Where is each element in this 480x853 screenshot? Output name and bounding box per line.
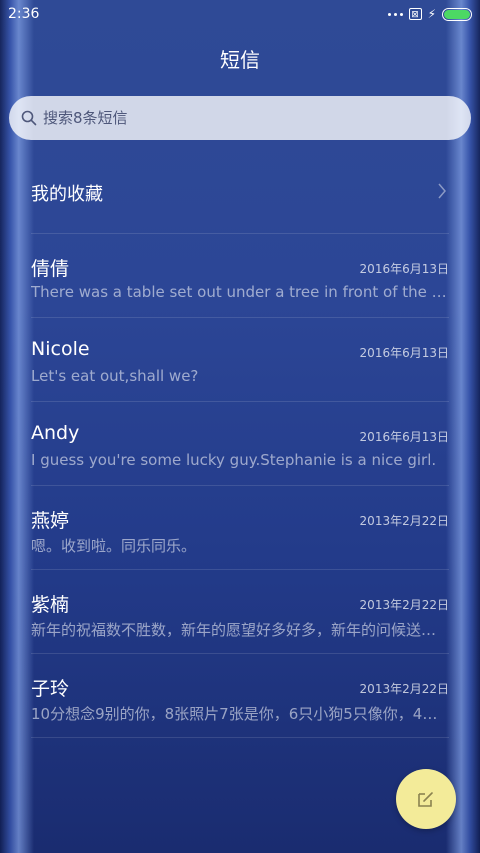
conversation-preview: 嗯。收到啦。同乐同乐。: [31, 537, 197, 555]
search-input[interactable]: [41, 97, 471, 139]
conversation-name: 子玲: [31, 678, 70, 700]
status-bar: 2:36 ⊠ ⚡: [0, 0, 480, 28]
conversation-name: 紫楠: [31, 594, 70, 616]
search-icon: [21, 110, 37, 126]
conversation-item[interactable]: 紫楠 2013年2月22日 新年的祝福数不胜数，新年的愿望好多好多，新年的问候送…: [31, 570, 449, 654]
conversation-item[interactable]: Andy 2016年6月13日 I guess you're some luck…: [31, 402, 449, 486]
conversation-item[interactable]: 燕婷 2013年2月22日 嗯。收到啦。同乐同乐。: [31, 486, 449, 570]
status-icons: ⊠ ⚡: [387, 6, 472, 22]
search-bar[interactable]: [9, 96, 471, 140]
conversation-item[interactable]: 子玲 2013年2月22日 10分想念9别的你，8张照片7张是你，6只小狗5只像…: [31, 654, 449, 738]
battery-icon: [442, 7, 472, 21]
conversation-name: Nicole: [31, 338, 90, 360]
conversation-name: Andy: [31, 422, 80, 444]
conversation-date: 2016年6月13日: [359, 430, 449, 444]
conversation-preview: There was a table set out under a tree i…: [31, 283, 449, 301]
battery-level: [444, 9, 470, 19]
favorites-row[interactable]: 我的收藏: [31, 150, 449, 234]
conversation-date: 2016年6月13日: [359, 346, 449, 360]
status-time: 2:36: [8, 6, 40, 22]
conversation-date: 2013年2月22日: [359, 682, 449, 696]
compose-button[interactable]: [396, 769, 456, 829]
chevron-right-icon: [438, 183, 446, 199]
conversation-date: 2016年6月13日: [359, 262, 449, 276]
conversation-preview: Let's eat out,shall we?: [31, 367, 199, 385]
page-title: 短信: [220, 48, 260, 72]
conversation-name: 倩倩: [31, 258, 70, 280]
conversation-item[interactable]: Nicole 2016年6月13日 Let's eat out,shall we…: [31, 318, 449, 402]
conversation-list: 倩倩 2016年6月13日 There was a table set out …: [31, 234, 449, 738]
conversation-preview: I guess you're some lucky guy.Stephanie …: [31, 451, 437, 469]
sim-card-icon: ⊠: [408, 8, 422, 20]
conversation-preview: 10分想念9别的你，8张照片7张是你，6只小狗5只像你，4季变换3月最美: [31, 705, 449, 723]
signal-dots-icon: [387, 12, 403, 16]
conversation-preview: 新年的祝福数不胜数，新年的愿望好多好多，新年的问候送给你: [31, 621, 449, 639]
charging-bolt-icon: ⚡: [427, 7, 436, 21]
conversation-date: 2013年2月22日: [359, 598, 449, 612]
compose-icon: [418, 792, 433, 807]
favorites-label: 我的收藏: [31, 184, 103, 205]
conversation-name: 燕婷: [31, 510, 70, 532]
conversation-date: 2013年2月22日: [359, 514, 449, 528]
conversation-item[interactable]: 倩倩 2016年6月13日 There was a table set out …: [31, 234, 449, 318]
